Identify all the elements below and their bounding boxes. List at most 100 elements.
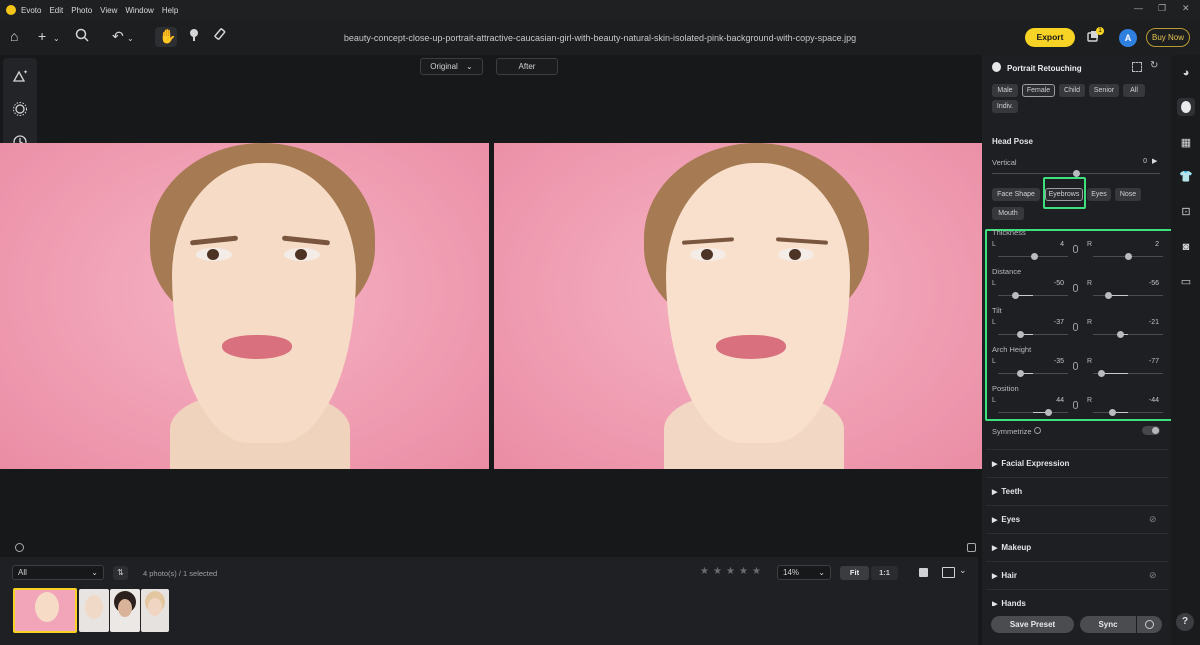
export-button[interactable]: Export <box>1025 28 1075 47</box>
left-slider-knob[interactable] <box>1012 292 1019 299</box>
left-value[interactable]: -50 <box>1034 280 1064 287</box>
crop-icon[interactable]: ⊡ <box>1179 205 1193 219</box>
maximize-button[interactable]: ❐ <box>1158 3 1166 14</box>
avatar[interactable]: A <box>1119 29 1137 47</box>
vertical-slider-knob[interactable] <box>1072 170 1080 177</box>
thumbnail-2[interactable] <box>79 589 109 632</box>
right-value[interactable]: -44 <box>1129 397 1159 404</box>
chip-female[interactable]: Female <box>1022 84 1055 97</box>
photo-after[interactable] <box>494 143 983 469</box>
chip-face-shape[interactable]: Face Shape <box>992 188 1040 201</box>
info-icon[interactable] <box>15 543 24 552</box>
chip-individual[interactable]: Indiv. <box>992 100 1018 113</box>
thumbnail-1[interactable] <box>13 588 77 633</box>
camera-icon[interactable]: ◙ <box>1179 240 1193 254</box>
rating-star-5[interactable]: ★ <box>752 566 761 577</box>
section-hair[interactable]: ▶ Hair <box>992 571 1017 580</box>
left-value[interactable]: -37 <box>1034 319 1064 326</box>
right-value[interactable]: -77 <box>1129 358 1159 365</box>
section-makeup[interactable]: ▶ Makeup <box>992 543 1031 552</box>
menu-help[interactable]: Help <box>162 6 178 15</box>
adjust-light-icon[interactable] <box>12 101 28 119</box>
help-button[interactable]: ? <box>1176 613 1194 631</box>
left-value[interactable]: 44 <box>1034 397 1064 404</box>
search-icon[interactable] <box>75 28 89 45</box>
chevron-down-icon[interactable]: ⌄ <box>959 565 967 576</box>
play-triangle-icon[interactable]: ▶ <box>1152 157 1157 165</box>
left-slider-track[interactable] <box>998 373 1068 374</box>
add-icon[interactable]: + <box>38 28 46 44</box>
menu-window[interactable]: Window <box>125 6 153 15</box>
help-circle-icon[interactable] <box>1034 427 1041 434</box>
palette-icon[interactable]: ◕ <box>1179 66 1193 80</box>
home-icon[interactable]: ⌂ <box>10 28 18 44</box>
sync-button[interactable]: Sync <box>1080 616 1136 633</box>
section-facial-expression[interactable]: ▶ Facial Expression <box>992 459 1069 468</box>
single-view-icon[interactable] <box>919 568 928 577</box>
left-slider-track[interactable] <box>998 334 1068 335</box>
rating-star-3[interactable]: ★ <box>726 566 735 577</box>
chip-nose[interactable]: Nose <box>1115 188 1141 201</box>
minimize-button[interactable]: — <box>1134 3 1143 13</box>
fit-button[interactable]: Fit <box>840 566 869 580</box>
zoom-dropdown[interactable]: 14% ⌄ <box>777 565 831 580</box>
undo-history-chevron-icon[interactable]: ⌄ <box>127 31 134 47</box>
right-value[interactable]: -56 <box>1129 280 1159 287</box>
rating-star-2[interactable]: ★ <box>713 566 722 577</box>
after-view-button[interactable]: After <box>496 58 558 75</box>
chip-eyes[interactable]: Eyes <box>1087 188 1111 201</box>
link-icon[interactable] <box>1073 362 1078 370</box>
symmetrize-toggle[interactable] <box>1142 426 1160 435</box>
right-slider-knob[interactable] <box>1104 292 1112 299</box>
right-value[interactable]: 2 <box>1129 241 1159 248</box>
close-window-button[interactable]: ✕ <box>1182 3 1190 14</box>
left-slider-knob[interactable] <box>1030 253 1038 260</box>
clothing-icon[interactable]: 👕 <box>1179 170 1193 184</box>
chip-child[interactable]: Child <box>1059 84 1085 97</box>
section-eyes[interactable]: ▶ Eyes <box>992 515 1020 524</box>
right-slider-knob[interactable] <box>1097 370 1105 377</box>
brush-icon[interactable] <box>187 28 201 45</box>
chip-male[interactable]: Male <box>992 84 1018 97</box>
save-preset-button[interactable]: Save Preset <box>991 616 1074 633</box>
right-slider-track[interactable] <box>1093 412 1163 413</box>
ai-enhance-icon[interactable]: ✦ <box>12 68 28 84</box>
link-icon[interactable] <box>1073 323 1078 331</box>
filter-dropdown[interactable]: All ⌄ <box>12 565 104 580</box>
original-view-dropdown[interactable]: Original ⌄ <box>420 58 483 75</box>
folder-settings-icon[interactable]: ▭ <box>1179 275 1193 289</box>
section-teeth[interactable]: ▶ Teeth <box>992 487 1022 496</box>
left-value[interactable]: -35 <box>1034 358 1064 365</box>
left-slider-track[interactable] <box>998 295 1068 296</box>
face-select-icon[interactable] <box>1132 62 1142 72</box>
thumbnail-3[interactable] <box>110 589 140 632</box>
menu-photo[interactable]: Photo <box>71 6 92 15</box>
right-slider-track[interactable] <box>1093 295 1163 296</box>
chip-mouth[interactable]: Mouth <box>992 207 1024 220</box>
left-slider-knob[interactable] <box>1044 409 1052 416</box>
link-icon[interactable] <box>1073 245 1078 253</box>
thumbnail-4[interactable] <box>141 589 169 632</box>
sync-options-button[interactable] <box>1137 616 1162 633</box>
link-icon[interactable] <box>1073 284 1078 292</box>
photo-original[interactable] <box>0 143 489 469</box>
eraser-icon[interactable] <box>214 28 228 45</box>
compare-view-icon[interactable] <box>942 567 955 578</box>
rating-star-1[interactable]: ★ <box>700 566 709 577</box>
background-icon[interactable]: ▦ <box>1179 136 1193 150</box>
one-to-one-button[interactable]: 1:1 <box>871 566 898 580</box>
menu-edit[interactable]: Edit <box>49 6 63 15</box>
right-value[interactable]: -21 <box>1129 319 1159 326</box>
panel-toggle-icon[interactable] <box>967 543 976 552</box>
undo-icon[interactable]: ↶ <box>112 28 124 44</box>
reset-icon[interactable]: ↻ <box>1150 60 1158 71</box>
vertical-value[interactable]: 0 <box>1117 158 1147 165</box>
rating-star-4[interactable]: ★ <box>739 566 748 577</box>
menu-view[interactable]: View <box>100 6 117 15</box>
right-slider-track[interactable] <box>1093 334 1163 335</box>
chip-senior[interactable]: Senior <box>1089 84 1119 97</box>
chip-all[interactable]: All <box>1123 84 1145 97</box>
buy-now-button[interactable]: Buy Now <box>1146 28 1190 47</box>
sort-icon[interactable]: ⇅ <box>113 566 128 580</box>
chevron-down-icon[interactable]: ⌄ <box>53 31 60 47</box>
